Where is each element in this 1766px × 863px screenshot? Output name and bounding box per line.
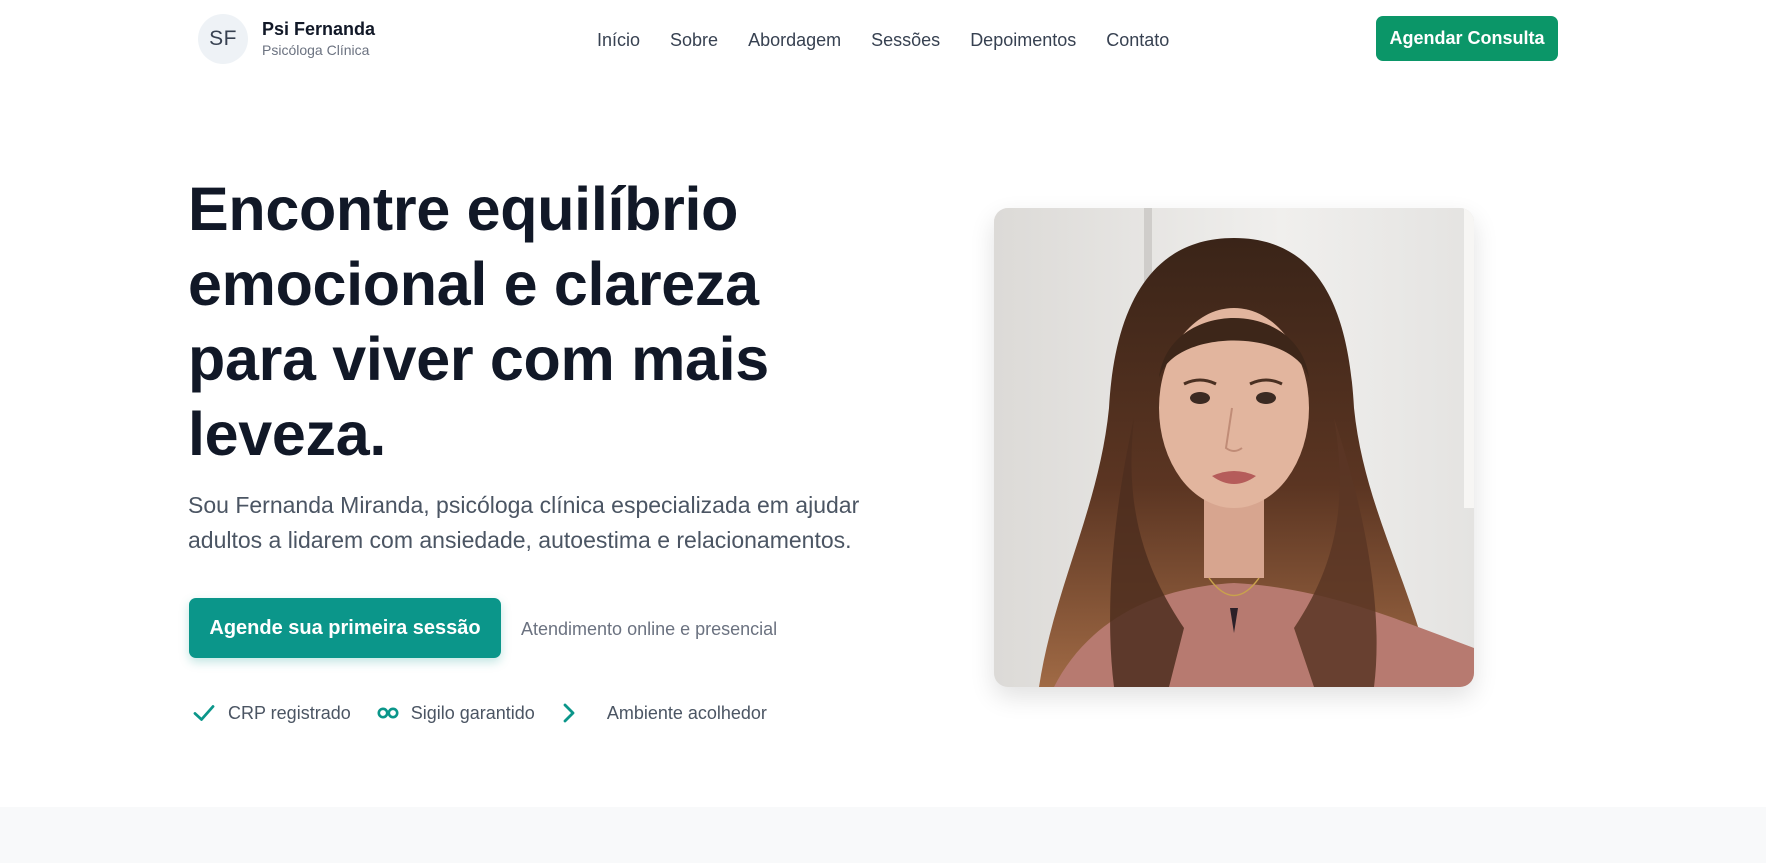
feature-label: Sigilo garantido bbox=[410, 703, 535, 723]
nav-link-sobre[interactable]: Sobre bbox=[670, 28, 718, 52]
chevron-right-icon bbox=[563, 703, 575, 723]
avatar: SF bbox=[198, 14, 248, 64]
book-first-session-button[interactable]: Agende sua primeira sessão bbox=[189, 598, 501, 658]
hero-subtitle: Sou Fernanda Miranda, psicóloga clínica … bbox=[188, 492, 860, 553]
check-icon bbox=[193, 705, 215, 721]
feature-list: CRP registrado Sigilo garantido Ambiente… bbox=[192, 702, 793, 724]
infinity-icon bbox=[377, 707, 399, 719]
brand[interactable]: SF Psi Fernanda Psicóloga Clínica bbox=[198, 14, 375, 64]
portrait-illustration bbox=[994, 208, 1474, 687]
feature-label: Ambiente acolhedor bbox=[606, 703, 767, 723]
site-header: SF Psi Fernanda Psicóloga Clínica Início… bbox=[0, 0, 1766, 80]
service-mode-note: Atendimento online e presencial bbox=[521, 619, 778, 639]
nav-link-depoimentos[interactable]: Depoimentos bbox=[970, 28, 1076, 52]
nav-link-sessoes[interactable]: Sessões bbox=[871, 28, 940, 52]
main-nav: Início Sobre Abordagem Sessões Depoiment… bbox=[597, 28, 1169, 52]
feature-label: CRP registrado bbox=[228, 703, 351, 723]
hero-title: Encontre equilíbrio emocional e clareza … bbox=[188, 175, 769, 468]
nav-link-contato[interactable]: Contato bbox=[1106, 28, 1169, 52]
feature-item: CRP registrado bbox=[192, 702, 351, 724]
schedule-consultation-button[interactable]: Agendar Consulta bbox=[1376, 16, 1558, 61]
feature-item: Ambiente acolhedor bbox=[561, 702, 767, 724]
brand-name: Psi Fernanda bbox=[262, 19, 376, 39]
portrait-photo bbox=[994, 208, 1474, 687]
next-section-band bbox=[0, 807, 1766, 863]
nav-link-abordagem[interactable]: Abordagem bbox=[748, 28, 841, 52]
brand-text: Psi Fernanda Psicóloga Clínica bbox=[262, 18, 375, 60]
brand-subtitle: Psicóloga Clínica bbox=[262, 42, 370, 58]
nav-link-inicio[interactable]: Início bbox=[597, 28, 640, 52]
feature-item: Sigilo garantido bbox=[377, 702, 535, 724]
